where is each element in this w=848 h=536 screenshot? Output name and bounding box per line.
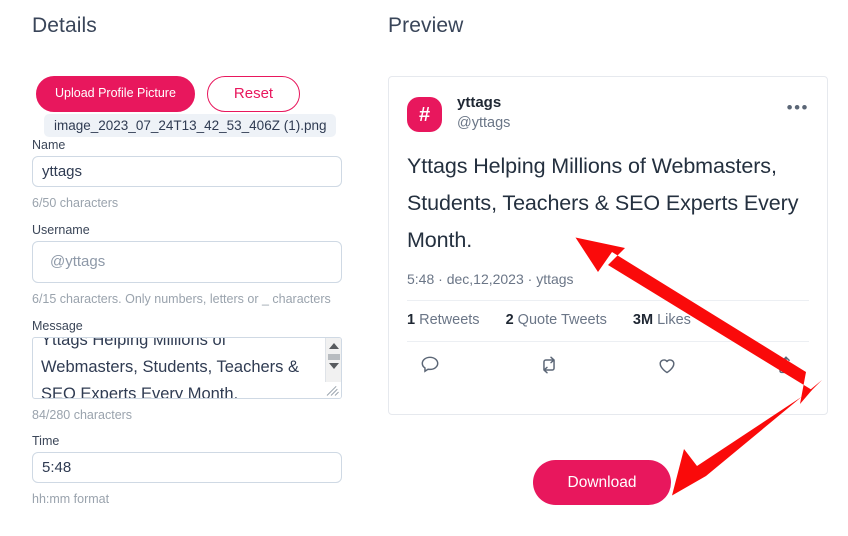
- tweet-preview-card: # yttags @yttags ••• Yttags Helping Mill…: [388, 76, 828, 415]
- scrollbar-thumb[interactable]: [328, 353, 340, 360]
- message-textarea[interactable]: Yttags Helping Millions of Webmasters, S…: [32, 336, 342, 399]
- selected-file-name: image_2023_07_24T13_42_53_406Z (1).png: [44, 114, 337, 137]
- page-root: Details Upload Profile Picture Reset ima…: [0, 0, 848, 536]
- username-input[interactable]: @yttags: [32, 240, 342, 283]
- tweet-author: yttags @yttags: [457, 93, 510, 134]
- handle: @yttags: [457, 115, 511, 132]
- details-heading: Details: [32, 14, 97, 37]
- message-label: Message: [32, 318, 83, 333]
- stat-quote-tweets-count: 2: [505, 311, 514, 328]
- tweet-header: # yttags @yttags •••: [389, 77, 827, 134]
- resize-grip-icon[interactable]: [325, 381, 341, 398]
- retweet-icon[interactable]: [538, 354, 560, 381]
- reset-button[interactable]: Reset: [206, 76, 301, 112]
- message-helper: 84/280 characters: [32, 407, 133, 422]
- stat-retweets[interactable]: 1 Retweets: [407, 312, 480, 328]
- reply-icon[interactable]: [419, 354, 441, 381]
- upload-profile-picture-button[interactable]: Upload Profile Picture: [36, 76, 195, 112]
- details-form: Name 6/50 characters Username @yttags 6/…: [32, 138, 344, 519]
- username-label: Username: [32, 222, 90, 237]
- scroll-down-icon[interactable]: [329, 362, 339, 369]
- tweet-meta: 5:48 · dec,12,2023 · yttags: [407, 270, 574, 287]
- share-icon[interactable]: [775, 354, 797, 381]
- stat-retweets-label: Retweets: [419, 311, 480, 328]
- stat-retweets-count: 1: [407, 311, 416, 328]
- message-textarea-value: Yttags Helping Millions of Webmasters, S…: [41, 336, 304, 399]
- time-input[interactable]: [32, 452, 342, 484]
- name-helper: 6/50 characters: [32, 196, 119, 210]
- like-icon[interactable]: [656, 354, 678, 381]
- tweet-stats: 1 Retweets 2 Quote Tweets 3M Likes: [389, 301, 827, 328]
- time-label: Time: [32, 434, 60, 449]
- stat-likes-label: Likes: [657, 311, 691, 328]
- tweet-text: Yttags Helping Millions of Webmasters, S…: [407, 153, 799, 252]
- hashtag-icon: #: [407, 97, 442, 132]
- name-input[interactable]: [32, 156, 342, 187]
- stat-likes-count: 3M: [632, 311, 654, 328]
- upload-row: Upload Profile Picture Reset: [36, 76, 301, 112]
- scroll-up-icon[interactable]: [329, 342, 339, 349]
- time-helper: hh:mm format: [32, 492, 110, 507]
- username-helper: 6/15 characters. Only numbers, letters o…: [32, 291, 331, 306]
- stat-quote-tweets-label: Quote Tweets: [517, 311, 607, 328]
- stat-quote-tweets[interactable]: 2 Quote Tweets: [506, 312, 607, 328]
- name-label: Name: [32, 138, 66, 152]
- preview-column: Preview: [388, 0, 828, 38]
- tweet-actions: [389, 342, 827, 381]
- download-button[interactable]: Download: [533, 460, 671, 505]
- ellipsis-icon[interactable]: •••: [787, 93, 809, 116]
- display-name: yttags: [457, 94, 502, 111]
- details-column: Details: [32, 0, 362, 38]
- stat-likes[interactable]: 3M Likes: [633, 312, 691, 328]
- preview-heading: Preview: [388, 14, 464, 37]
